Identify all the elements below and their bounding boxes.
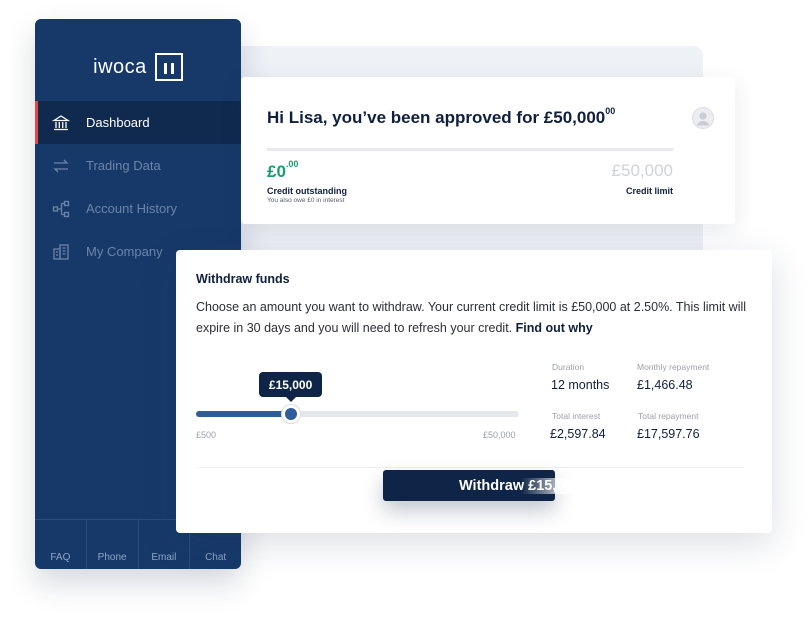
amount-slider[interactable]	[196, 405, 519, 423]
hierarchy-icon	[51, 199, 70, 218]
total-interest-value: £2,597.84	[550, 427, 606, 441]
logo-mark-icon	[154, 53, 183, 81]
credit-outstanding-label: Credit outstanding	[267, 186, 347, 196]
total-repayment-value: £17,597.76	[637, 427, 700, 441]
approval-card: Hi Lisa, you’ve been approved for £50,00…	[241, 77, 735, 224]
credit-limit-amount: £50,000	[611, 161, 673, 180]
withdraw-button-label: Withdraw £15,000	[459, 477, 585, 494]
footer-faq-link[interactable]: FAQ	[35, 520, 87, 569]
credit-limit-label: Credit limit	[625, 186, 673, 196]
interest-note: You also owe £0 in interest	[267, 197, 345, 204]
sidebar-nav: Dashboard Trading Data Account History M…	[35, 101, 241, 273]
slider-value-tooltip: £15,000	[259, 372, 323, 402]
sidebar-item-trading-data[interactable]: Trading Data	[35, 144, 241, 187]
sidebar-item-dashboard[interactable]: Dashboard	[35, 101, 241, 144]
duration-label: Duration	[552, 362, 585, 372]
monthly-repayment-label: Monthly repayment	[637, 362, 710, 372]
credit-divider	[267, 148, 673, 151]
credit-outstanding-pence: .00	[285, 159, 299, 170]
withdraw-description: Choose an amount you want to withdraw. Y…	[196, 297, 766, 339]
logo[interactable]: iwoca	[35, 53, 241, 81]
slider-handle[interactable]	[281, 405, 300, 423]
approval-heading: Hi Lisa, you’ve been approved for £50,00…	[267, 106, 616, 128]
duration-value: 12 months	[551, 378, 610, 392]
sidebar-item-label: Account History	[86, 201, 178, 216]
logo-text: iwoca	[93, 55, 147, 78]
withdraw-button[interactable]: Withdraw £15,000	[383, 470, 585, 501]
withdraw-title: Withdraw funds	[196, 272, 290, 286]
find-out-why-link[interactable]: Find out why	[516, 321, 593, 335]
sidebar-item-account-history[interactable]: Account History	[35, 187, 241, 230]
sidebar-item-label: Trading Data	[86, 158, 161, 173]
withdraw-divider	[196, 467, 744, 468]
avatar[interactable]	[692, 107, 714, 129]
user-icon	[692, 107, 714, 129]
bank-icon	[51, 113, 70, 132]
swap-arrows-icon	[51, 156, 70, 175]
total-interest-label: Total interest	[552, 411, 601, 421]
sidebar-item-label: Dashboard	[86, 115, 150, 130]
sidebar-item-label: My Company	[86, 244, 163, 259]
building-icon	[51, 242, 70, 261]
monthly-repayment-value: £1,466.48	[637, 378, 693, 392]
slider-fill	[196, 411, 291, 417]
total-repayment-label: Total repayment	[638, 411, 699, 421]
slider-min-label: £500	[196, 430, 217, 440]
slider-max-label: £50,000	[483, 430, 516, 440]
approval-heading-text: Hi Lisa, you’ve been approved for £50,00…	[267, 108, 606, 127]
footer-phone-link[interactable]: Phone	[87, 520, 139, 569]
withdraw-description-text: Choose an amount you want to withdraw. Y…	[196, 300, 747, 335]
approval-heading-pence: 00	[605, 106, 616, 116]
credit-outstanding-amount: £0.00	[267, 159, 299, 182]
credit-outstanding-value: £0	[267, 162, 286, 181]
